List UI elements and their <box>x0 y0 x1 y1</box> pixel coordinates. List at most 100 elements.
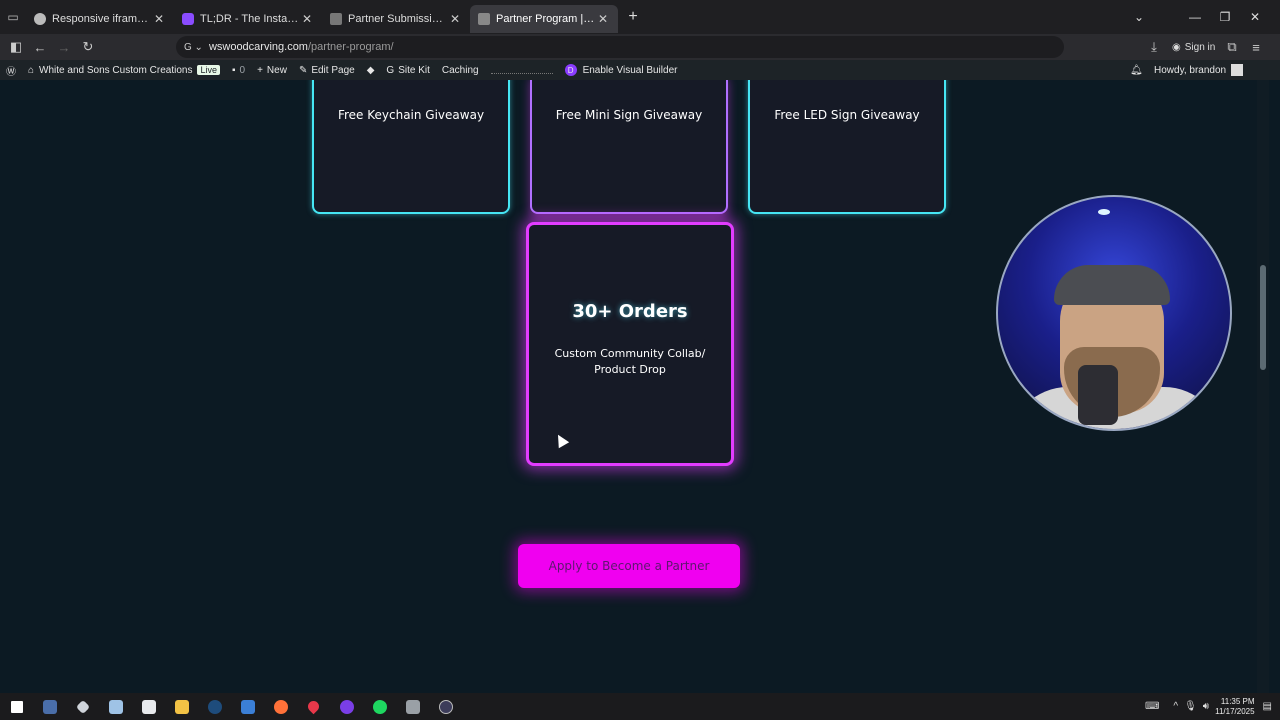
tab-responsive-iframe[interactable]: Responsive iframe layout ✕ <box>26 5 174 33</box>
steam-icon[interactable] <box>198 693 231 720</box>
close-icon[interactable]: ✕ <box>152 12 166 26</box>
tab-partner-program[interactable]: Partner Program | White and Sc ✕ <box>470 4 618 33</box>
comment-icon: ▪ <box>231 64 236 76</box>
wood-icon <box>330 12 342 25</box>
new-tab-button[interactable]: + <box>618 0 648 34</box>
divi-icon: D <box>564 64 577 76</box>
sign-in-button[interactable]: ◉ Sign in <box>1172 42 1215 53</box>
openai-icon <box>34 12 46 25</box>
clock-time: 11:35 PM <box>1220 696 1255 706</box>
url-path: /partner-program/ <box>307 41 394 53</box>
scrollbar-thumb[interactable] <box>1260 265 1266 370</box>
microphone-icon[interactable]: 🎙︎ <box>1184 701 1197 712</box>
tab-label: Responsive iframe layout <box>52 12 152 25</box>
restore-button[interactable]: ❐ <box>1210 0 1240 34</box>
ceiling-light <box>1098 209 1110 215</box>
site-kit-label: Site Kit <box>398 64 430 76</box>
taskbar-clock[interactable]: 11:35 PM 11/17/2025 <box>1215 697 1254 717</box>
system-tray: ⌨ ^ 🎙︎ 🔊︎ 11:35 PM 11/17/2025 ▤ <box>1145 693 1280 720</box>
wp-admin-bar: Ⓦ ⌂ White and Sons Custom Creations Live… <box>0 60 1280 80</box>
sidebar-toggle-icon[interactable]: ◧ <box>4 35 28 59</box>
person-cap <box>1054 265 1170 305</box>
edit-page-link[interactable]: ✎ Edit Page <box>299 65 355 76</box>
apply-partner-button[interactable]: Apply to Become a Partner <box>518 544 740 588</box>
reward-card-keychain: Free Keychain Giveaway <box>312 80 510 214</box>
howdy-link[interactable]: Howdy, brandon <box>1154 64 1244 76</box>
windows-start-icon[interactable] <box>0 693 33 720</box>
app-icon-2[interactable] <box>66 693 99 720</box>
forward-button[interactable]: → <box>52 35 76 59</box>
google-g-icon: G <box>386 64 395 76</box>
tab-label: Partner Submission | White and <box>348 12 448 25</box>
reward-card-description: Custom Community Collab/ Product Drop <box>554 347 706 376</box>
bell-icon[interactable]: 🔔︎ <box>1130 65 1143 76</box>
minimize-button[interactable]: — <box>1180 0 1210 34</box>
comments-link[interactable]: ▪ 0 <box>232 65 245 76</box>
sign-in-label: Sign in <box>1184 41 1216 53</box>
caching-label: Caching <box>441 64 479 76</box>
tab-list-icon[interactable]: ▭ <box>0 0 26 34</box>
firefox-icon[interactable] <box>264 693 297 720</box>
notifications-icon[interactable]: ▤ <box>1263 701 1272 712</box>
app-icon-1[interactable] <box>33 693 66 720</box>
extensions-icon[interactable]: ⧉ <box>1220 35 1244 59</box>
diamond-icon[interactable]: ◆ <box>367 65 375 76</box>
new-link[interactable]: + New <box>257 65 287 76</box>
windows-taskbar: ⌨ ^ 🎙︎ 🔊︎ 11:35 PM 11/17/2025 ▤ <box>0 693 1280 720</box>
obs-icon[interactable] <box>429 693 462 720</box>
tab-label: Partner Program | White and Sc <box>496 12 596 25</box>
avatar <box>1231 64 1244 76</box>
volume-icon[interactable]: 🔊︎ <box>1203 701 1209 712</box>
new-label: New <box>266 64 287 76</box>
tldr-icon <box>182 12 194 25</box>
close-icon[interactable]: ✕ <box>596 12 610 26</box>
download-icon[interactable]: ⤓ <box>1142 35 1166 59</box>
tray-chevron-icon[interactable]: ^ <box>1173 701 1178 712</box>
close-icon[interactable]: ✕ <box>300 12 314 26</box>
google-icon: G ⌄ <box>184 41 203 53</box>
app-icon-5[interactable] <box>231 693 264 720</box>
visual-builder-label: Enable Visual Builder <box>582 64 678 76</box>
visual-builder-link[interactable]: D Enable Visual Builder <box>564 64 678 76</box>
clock-date: 11/17/2025 <box>1215 706 1255 716</box>
site-kit-link[interactable]: G Site Kit <box>386 65 429 76</box>
address-bar[interactable]: G ⌄ wswoodcarving.com/partner-program/ <box>176 36 1064 58</box>
stats-sparkline[interactable] <box>490 66 553 74</box>
app-icon-4[interactable] <box>132 693 165 720</box>
reward-card-text: Free Mini Sign Giveaway <box>555 108 703 122</box>
page-content: Free Keychain Giveaway Free Mini Sign Gi… <box>0 80 1256 693</box>
app-icon-3[interactable] <box>99 693 132 720</box>
close-window-button[interactable]: ✕ <box>1240 0 1270 34</box>
back-button[interactable]: ← <box>28 35 52 59</box>
url-domain: wswoodcarving.com <box>208 41 308 53</box>
wordpress-icon[interactable]: Ⓦ <box>6 63 16 78</box>
pencil-icon: ✎ <box>298 64 308 76</box>
tab-partner-submission[interactable]: Partner Submission | White and ✕ <box>322 5 470 33</box>
reward-card-title: 30+ Orders <box>572 301 688 322</box>
browser-tab-bar: ▭ Responsive iframe layout ✕ TL;DR - The… <box>0 0 1280 34</box>
wood-icon <box>478 12 490 25</box>
reward-card-mini-sign: Free Mini Sign Giveaway <box>530 80 728 214</box>
live-badge: Live <box>197 65 220 75</box>
close-icon[interactable]: ✕ <box>448 12 462 26</box>
tab-tldr[interactable]: TL;DR - The Instant Replay for L ✕ <box>174 5 322 33</box>
tab-overflow-chevron-icon[interactable]: ⌄ <box>1124 0 1154 34</box>
menu-icon[interactable]: ≡ <box>1244 35 1268 59</box>
maps-pin-icon[interactable] <box>297 693 330 720</box>
reward-card-text: Free Keychain Giveaway <box>337 108 485 122</box>
reload-button[interactable]: ↻ <box>76 35 100 59</box>
calculator-icon[interactable] <box>396 693 429 720</box>
chrome-icon[interactable] <box>330 693 363 720</box>
microphone <box>1078 365 1118 425</box>
keyboard-icon[interactable]: ⌨ <box>1145 701 1159 712</box>
spotify-icon[interactable] <box>363 693 396 720</box>
webcam-overlay <box>996 195 1232 431</box>
caching-link[interactable]: Caching <box>442 65 479 76</box>
edit-page-label: Edit Page <box>311 64 355 76</box>
page-scrollbar[interactable] <box>1257 80 1269 693</box>
site-name-link[interactable]: ⌂ White and Sons Custom Creations Live <box>28 65 220 76</box>
plus-icon: + <box>257 64 263 76</box>
account-icon: ◉ <box>1172 41 1181 53</box>
home-icon: ⌂ <box>28 64 35 76</box>
file-explorer-icon[interactable] <box>165 693 198 720</box>
